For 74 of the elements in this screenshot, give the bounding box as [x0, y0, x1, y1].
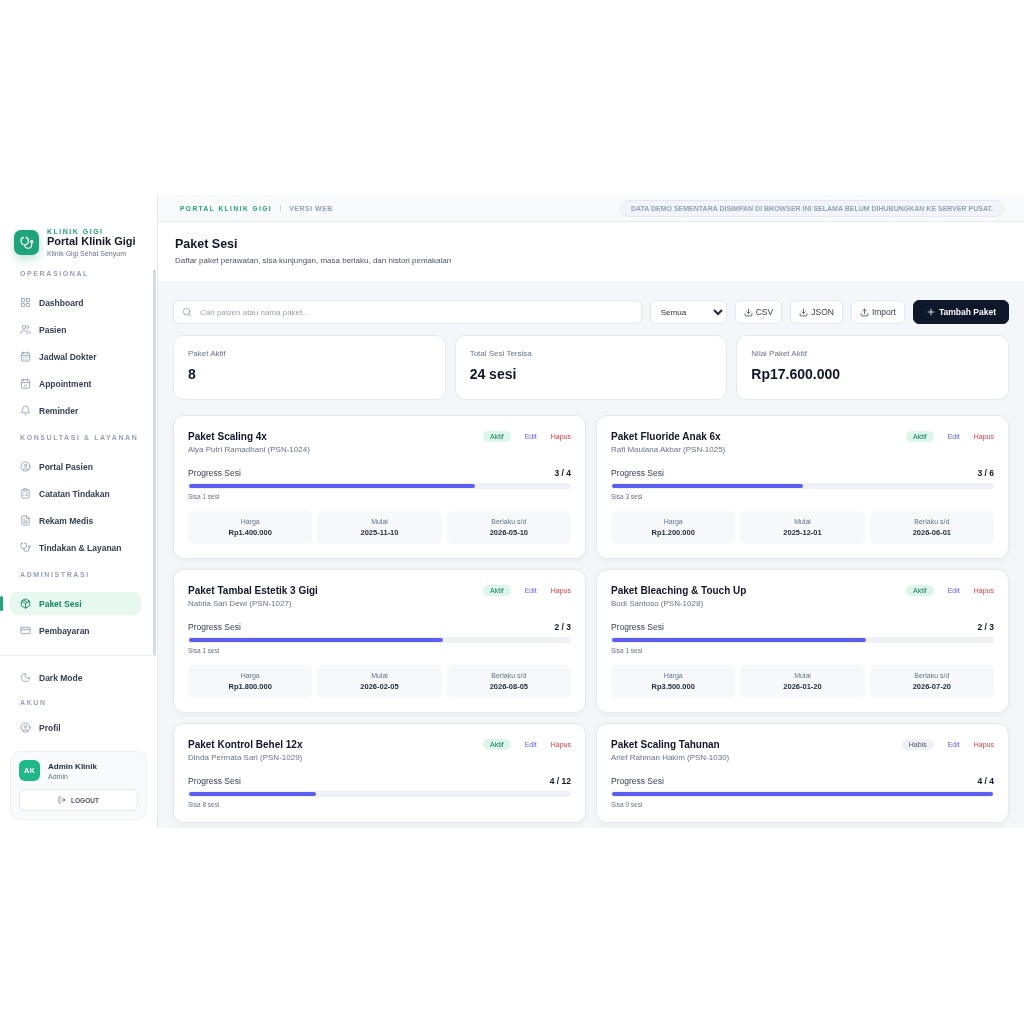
- status-filter[interactable]: Semua: [649, 300, 727, 324]
- sidebar-item[interactable]: Rekam Medis: [10, 509, 141, 532]
- patient-name: Rafi Maulana Akbar (PSN-1025): [611, 445, 726, 454]
- progress-label: Progress Sesi: [611, 622, 664, 632]
- search-field[interactable]: Cari pasien atau nama paket...: [173, 300, 642, 324]
- session-count: 4 / 4: [977, 776, 994, 786]
- calendar-icon: [20, 351, 31, 362]
- progress-label: Progress Sesi: [188, 468, 241, 478]
- page-title: Paket Sesi: [175, 237, 239, 251]
- download-icon: [799, 307, 809, 317]
- sidebar-item[interactable]: Dashboard: [10, 291, 141, 314]
- stat-value: Rp17.600.000: [751, 366, 842, 382]
- export-button[interactable]: CSV: [734, 300, 783, 324]
- user-name: Admin Klinik: [48, 761, 97, 771]
- users-icon: [20, 324, 31, 335]
- progress-label: Progress Sesi: [611, 468, 664, 478]
- sidebar-item[interactable]: Tindakan & Layanan: [10, 536, 141, 559]
- stethoscope-icon: [20, 542, 31, 553]
- document-icon: [20, 515, 31, 526]
- stat-label: Paket Aktif: [188, 349, 227, 358]
- moon-icon: [20, 672, 31, 683]
- package-name: Paket Kontrol Behel 12x: [188, 739, 303, 750]
- page-subtitle: Daftar paket perawatan, sisa kunjungan, masa berlaku, dan histori pemakaian: [175, 256, 453, 265]
- search-icon: [182, 307, 192, 317]
- bell-icon: [20, 405, 31, 416]
- progress-label: Progress Sesi: [188, 622, 241, 632]
- download-icon: [743, 307, 753, 317]
- dark-mode-toggle[interactable]: Dark Mode: [10, 666, 145, 689]
- patient-name: Arief Rahman Hakim (PSN-1030): [611, 753, 730, 762]
- stat-value: 24 sesi: [469, 366, 518, 382]
- sidebar-item[interactable]: Reminder: [10, 399, 141, 422]
- sidebar-item[interactable]: Pembayaran: [10, 619, 141, 642]
- progress-label: Progress Sesi: [188, 776, 241, 786]
- search-input[interactable]: Cari pasien atau nama paket...: [198, 306, 633, 318]
- session-count: 2 / 3: [977, 622, 994, 632]
- card-icon: [20, 625, 31, 636]
- package-name: Paket Scaling Tahunan: [611, 739, 721, 750]
- export-button[interactable]: Import: [850, 300, 905, 324]
- patient-name: Dinda Permata Sari (PSN-1029): [188, 753, 303, 762]
- progress-label: Progress Sesi: [611, 776, 664, 786]
- active-indicator: [0, 596, 3, 611]
- user-circle-icon: [20, 722, 31, 733]
- patient-name: Nabila Sari Dewi (PSN-1027): [188, 599, 293, 608]
- sidebar-item[interactable]: Profil: [10, 716, 145, 739]
- session-count: 3 / 6: [977, 468, 994, 478]
- session-count: 2 / 3: [554, 622, 571, 632]
- stat-label: Nilai Paket Aktif: [751, 349, 808, 358]
- patient-name: Alya Putri Ramadhani (PSN-1024): [188, 445, 310, 454]
- patient-name: Budi Santoso (PSN-1028): [611, 599, 705, 608]
- package-name: Paket Fluoride Anak 6x: [611, 431, 722, 442]
- sidebar-item[interactable]: Pasien: [10, 318, 141, 341]
- user-circle-icon: [20, 461, 31, 472]
- package-name: Paket Scaling 4x: [188, 431, 268, 442]
- session-count: 3 / 4: [554, 468, 571, 478]
- logo-icon: [14, 230, 39, 255]
- brand-title: Portal Klinik Gigi: [47, 235, 136, 247]
- package-name: Paket Bleaching & Touch Up: [611, 585, 747, 596]
- export-button[interactable]: JSON: [790, 300, 843, 324]
- sidebar-item[interactable]: Jadwal Dokter: [10, 345, 141, 368]
- logout-icon: [58, 796, 67, 804]
- stat-label: Total Sesi Tersisa: [469, 349, 533, 358]
- package-name: Paket Tambal Estetik 3 Gigi: [188, 585, 318, 596]
- session-count: 4 / 12: [549, 776, 571, 786]
- add-package-button[interactable]: Tambah Paket: [913, 300, 1009, 324]
- upload-icon: [859, 307, 869, 317]
- package-icon: [20, 598, 31, 609]
- dashboard-icon: [20, 297, 31, 308]
- sidebar-item[interactable]: Appointment: [10, 372, 141, 395]
- sidebar-item[interactable]: Catatan Tindakan: [10, 482, 141, 505]
- stat-value: 8: [188, 366, 197, 382]
- sidebar-item[interactable]: Portal Pasien: [10, 455, 141, 478]
- calendar-check-icon: [20, 378, 31, 389]
- clipboard-icon: [20, 488, 31, 499]
- plus-icon: [926, 307, 936, 317]
